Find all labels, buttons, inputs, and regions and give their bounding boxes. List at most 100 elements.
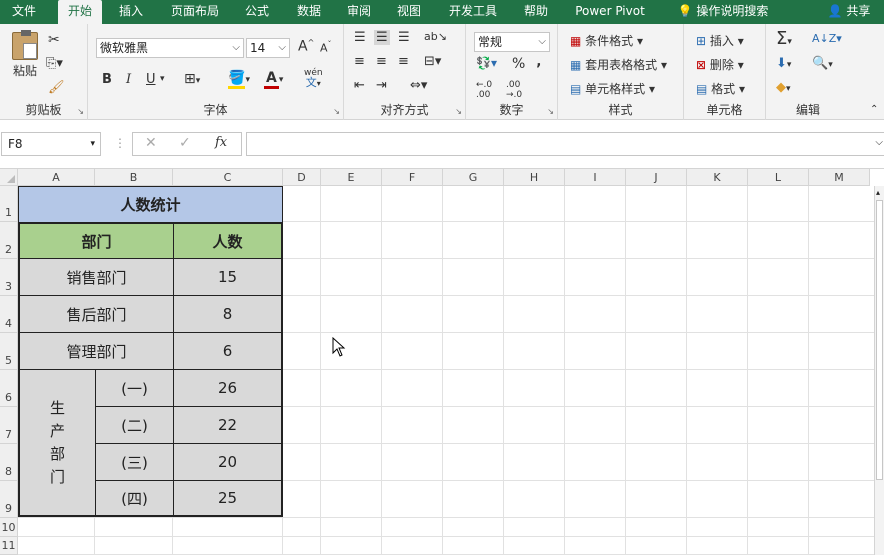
comma-button[interactable]: ‚	[536, 54, 541, 70]
chevron-up-icon[interactable]: ▴	[876, 188, 880, 197]
tab-formulas[interactable]: 公式	[238, 0, 276, 24]
dialog-launcher-icon[interactable]: ↘	[455, 107, 462, 116]
italic-button[interactable]: I	[126, 72, 131, 87]
align-left-icon[interactable]: ≡	[354, 54, 365, 69]
number-format-combo[interactable]: 常规 ⌵	[474, 32, 550, 52]
decrease-decimal-icon[interactable]: .00 →.0	[506, 80, 522, 100]
font-size-combo[interactable]: 14 ⌵	[246, 38, 290, 58]
font-color-button[interactable]: A ▾	[264, 70, 283, 89]
delete-cells-button[interactable]: ⊠ 删除 ▾	[696, 56, 744, 73]
table-cell-sub[interactable]: (三)	[95, 443, 174, 481]
table-cell-count[interactable]: 25	[173, 480, 283, 517]
row-header[interactable]: 8	[0, 444, 18, 481]
tab-page-layout[interactable]: 页面布局	[164, 0, 226, 24]
column-header[interactable]: E	[321, 169, 382, 186]
formula-input[interactable]: ⌵	[246, 132, 884, 156]
scrollbar-thumb[interactable]	[876, 200, 883, 480]
tab-developer[interactable]: 开发工具	[442, 0, 504, 24]
insert-cells-button[interactable]: ⊞ 插入 ▾	[696, 32, 744, 49]
column-header[interactable]: I	[565, 169, 626, 186]
column-header[interactable]: A	[18, 169, 95, 186]
row-header[interactable]: 7	[0, 407, 18, 444]
table-cell-sub[interactable]: (二)	[95, 406, 174, 444]
worksheet-grid[interactable]: ABCDEFGHIJKLM 1 2 3 4 5 6 7 8 9 10 11 人数统计 部门 人数 销…	[0, 169, 884, 555]
row-header[interactable]: 2	[0, 222, 18, 259]
dialog-launcher-icon[interactable]: ↘	[77, 107, 84, 116]
column-header[interactable]: D	[283, 169, 321, 186]
row-header[interactable]: 4	[0, 296, 18, 333]
row-header[interactable]: 1	[0, 186, 18, 222]
table-cell-sub[interactable]: (四)	[95, 480, 174, 517]
production-dept-label[interactable]: 生 产 部 门	[18, 369, 96, 517]
row-header[interactable]: 11	[0, 537, 18, 555]
tab-review[interactable]: 审阅	[340, 0, 378, 24]
tab-file[interactable]: 文件	[4, 0, 44, 24]
header-dept[interactable]: 部门	[18, 222, 174, 259]
underline-button[interactable]: U	[146, 72, 156, 87]
format-cells-button[interactable]: ▤ 格式 ▾	[696, 80, 745, 97]
fill-icon[interactable]: ⬇▾	[776, 56, 791, 71]
column-header[interactable]: F	[382, 169, 443, 186]
table-cell-count[interactable]: 8	[173, 295, 283, 333]
align-bottom-icon[interactable]: ☰	[398, 30, 410, 45]
column-header[interactable]: H	[504, 169, 565, 186]
decrease-indent-icon[interactable]: ⇤	[354, 78, 365, 93]
column-header[interactable]: J	[626, 169, 687, 186]
sort-filter-icon[interactable]: A↓Z▾	[812, 32, 842, 45]
select-all-corner[interactable]	[0, 169, 18, 186]
conditional-formatting-button[interactable]: ▦ 条件格式 ▾	[570, 32, 643, 49]
shrink-font-button[interactable]: Aˇ	[320, 40, 332, 55]
cell-styles-button[interactable]: ▤ 单元格样式 ▾	[570, 80, 655, 97]
percent-button[interactable]: %	[512, 56, 525, 72]
clear-icon[interactable]: ◆▾	[776, 80, 791, 95]
paste-button[interactable]: 粘贴	[10, 30, 40, 79]
vertical-scrollbar[interactable]: ▴	[874, 186, 884, 555]
row-header[interactable]: 6	[0, 370, 18, 407]
table-cell-dept[interactable]: 销售部门	[18, 258, 174, 296]
increase-indent-icon[interactable]: ⇥	[376, 78, 387, 93]
format-as-table-button[interactable]: ▦ 套用表格格式 ▾	[570, 56, 667, 73]
find-select-icon[interactable]: 🔍▾	[812, 56, 833, 71]
tab-insert[interactable]: 插入	[112, 0, 150, 24]
format-painter-icon[interactable]: 🖌	[48, 80, 65, 95]
dialog-launcher-icon[interactable]: ↘	[547, 107, 554, 116]
tab-power-pivot[interactable]: Power Pivot	[570, 0, 650, 24]
column-header[interactable]: C	[173, 169, 283, 186]
row-header[interactable]: 5	[0, 333, 18, 370]
phonetic-guide-button[interactable]: wén 文▾	[304, 68, 323, 89]
wrap-text-icon[interactable]: ⊟▾	[424, 54, 441, 69]
table-cell-count[interactable]: 6	[173, 332, 283, 370]
bold-button[interactable]: B	[102, 72, 112, 87]
column-header[interactable]: G	[443, 169, 504, 186]
table-cell-count[interactable]: 15	[173, 258, 283, 296]
table-title[interactable]: 人数统计	[18, 186, 283, 222]
table-cell-dept[interactable]: 管理部门	[18, 332, 174, 370]
tab-view[interactable]: 视图	[390, 0, 428, 24]
increase-decimal-icon[interactable]: ←.0.00	[476, 80, 492, 100]
column-header[interactable]: B	[95, 169, 173, 186]
tab-data[interactable]: 数据	[290, 0, 328, 24]
table-cell-count[interactable]: 22	[173, 406, 283, 444]
cut-icon[interactable]: ✂	[48, 32, 60, 48]
autosum-icon[interactable]: Σ▾	[776, 28, 792, 49]
tab-home[interactable]: 开始	[58, 0, 102, 24]
fill-color-icon[interactable]: 🪣▾	[228, 70, 250, 89]
cancel-icon[interactable]: ✕	[145, 135, 157, 151]
tell-me-search[interactable]: 💡 操作说明搜索	[668, 0, 778, 24]
borders-icon[interactable]: ⊞▾	[184, 71, 200, 87]
check-icon[interactable]: ✓	[179, 135, 191, 151]
align-right-icon[interactable]: ≡	[398, 54, 409, 69]
row-header[interactable]: 3	[0, 259, 18, 296]
table-cell-count[interactable]: 20	[173, 443, 283, 481]
share-button[interactable]: 👤 共享	[820, 0, 878, 24]
copy-icon[interactable]: ⎘▾	[46, 56, 63, 71]
grow-font-button[interactable]: A^	[298, 38, 314, 55]
table-cell-sub[interactable]: (一)	[95, 369, 174, 407]
name-box[interactable]: F8 ▾	[1, 132, 101, 156]
dialog-launcher-icon[interactable]: ↘	[333, 107, 340, 116]
align-top-icon[interactable]: ☰	[354, 30, 366, 45]
collapse-ribbon-icon[interactable]: ⌃	[870, 104, 878, 115]
row-header[interactable]: 9	[0, 481, 18, 518]
table-cell-count[interactable]: 26	[173, 369, 283, 407]
column-header[interactable]: L	[748, 169, 809, 186]
